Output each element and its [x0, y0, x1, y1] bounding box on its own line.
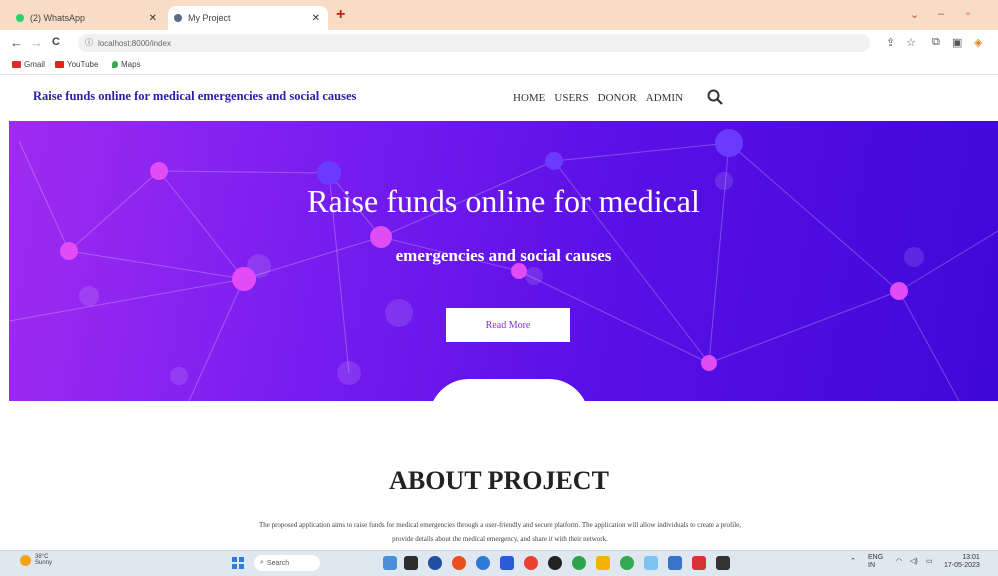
- start-icon[interactable]: [232, 557, 244, 569]
- tab-whatsapp[interactable]: (2) WhatsApp ✕: [10, 6, 165, 30]
- chrome-alt-icon[interactable]: [620, 556, 634, 570]
- nav-users[interactable]: USERS: [554, 92, 588, 104]
- weather-desc: Sunny: [35, 560, 53, 566]
- nav-donor[interactable]: DONOR: [598, 92, 637, 104]
- taskbar-search[interactable]: ⌕ Search: [254, 555, 320, 571]
- search-app-icon[interactable]: [452, 556, 466, 570]
- terminal-icon[interactable]: [716, 556, 730, 570]
- search-icon[interactable]: [706, 88, 724, 106]
- address-bar-row: ← → C ⓘ localhost:8000/index: [0, 30, 998, 56]
- nav-home[interactable]: HOME: [513, 92, 545, 104]
- whatsapp-app-icon[interactable]: [572, 556, 586, 570]
- hero-title: Raise funds online for medical: [307, 183, 700, 219]
- taskview-icon[interactable]: [383, 556, 397, 570]
- bookmark-label: Maps: [121, 60, 141, 69]
- about-text-line: The proposed application aims to raise f…: [258, 521, 742, 529]
- star-icon[interactable]: ☆: [906, 36, 916, 49]
- windows-taskbar: 38°C Sunny ⌕ Search ⌃ ENG IN ◠ ◁) ▭ 13:0…: [0, 550, 998, 576]
- read-more-button[interactable]: Read More: [446, 308, 570, 342]
- bookmark-label: YouTube: [67, 60, 99, 69]
- tab-title: My Project: [188, 13, 231, 23]
- explorer-icon[interactable]: [404, 556, 418, 570]
- bookmark-maps[interactable]: Maps: [112, 60, 141, 69]
- new-tab-button[interactable]: +: [336, 6, 345, 24]
- close-tab-icon[interactable]: ✕: [312, 13, 320, 24]
- url-text: localhost:8000/index: [98, 38, 171, 48]
- vscode-icon[interactable]: [500, 556, 514, 570]
- site-header: Raise funds online for medical emergenci…: [0, 75, 998, 121]
- obs-icon[interactable]: [548, 556, 562, 570]
- weather-widget[interactable]: 38°C Sunny: [20, 554, 52, 566]
- site-brand[interactable]: Raise funds online for medical emergenci…: [33, 89, 356, 104]
- volume-icon[interactable]: ◁): [910, 557, 918, 565]
- search-icon: ⌕: [260, 559, 264, 566]
- nav-admin[interactable]: ADMIN: [646, 92, 683, 104]
- taskbar-search-label: Search: [266, 559, 290, 567]
- tab-my-project[interactable]: My Project ✕: [168, 6, 328, 30]
- gmail-icon: [12, 61, 21, 68]
- hero-banner: Raise funds online for medical emergenci…: [9, 121, 998, 401]
- sun-icon: [20, 554, 31, 566]
- globe-icon: [174, 14, 182, 22]
- cortana-icon[interactable]: [428, 556, 442, 570]
- tray-chevron-icon[interactable]: ⌃: [850, 557, 856, 565]
- minimize-icon[interactable]: –: [938, 8, 944, 20]
- chrome-icon[interactable]: [524, 556, 538, 570]
- about-title: ABOUT PROJECT: [389, 466, 609, 495]
- share-icon[interactable]: ⇪: [886, 36, 895, 49]
- battery-icon[interactable]: ▭: [926, 557, 933, 565]
- tab-title: (2) WhatsApp: [30, 13, 86, 23]
- bookmark-gmail[interactable]: Gmail: [12, 60, 45, 69]
- url-field[interactable]: ⓘ localhost:8000/index: [78, 34, 870, 52]
- wifi-icon[interactable]: ◠: [896, 557, 902, 565]
- pycharm-icon[interactable]: [668, 556, 682, 570]
- close-tab-icon[interactable]: ✕: [149, 13, 157, 24]
- maps-icon: [112, 61, 118, 68]
- restore-icon[interactable]: ▫: [966, 8, 970, 20]
- tab-search-icon[interactable]: ⌄: [910, 8, 919, 21]
- browser-tab-strip: (2) WhatsApp ✕ My Project ✕ + ⌄ – ▫: [0, 0, 998, 30]
- hero-bottom-curve: [429, 379, 589, 401]
- about-text-line: provide details about the medical emerge…: [392, 535, 608, 543]
- info-icon[interactable]: ⓘ: [85, 37, 93, 48]
- forward-icon[interactable]: →: [30, 35, 43, 50]
- hero-subtitle: emergencies and social causes: [395, 246, 612, 265]
- bookmarks-bar: Gmail YouTube Maps: [0, 56, 998, 75]
- language-indicator[interactable]: ENG IN: [868, 554, 883, 570]
- youtube-icon: [55, 61, 64, 68]
- folder-icon[interactable]: [596, 556, 610, 570]
- whatsapp-icon: [16, 14, 24, 22]
- extensions-icon[interactable]: ⧉: [932, 36, 940, 49]
- acrobat-icon[interactable]: [692, 556, 706, 570]
- about-description: The proposed application aims to raise f…: [140, 518, 860, 546]
- sidepanel-icon[interactable]: ▣: [952, 36, 962, 49]
- clock-time: 13:01: [962, 554, 980, 561]
- edge-icon[interactable]: [476, 556, 490, 570]
- main-nav: HOME USERS DONOR ADMIN: [513, 92, 683, 104]
- clock[interactable]: 13:01 17-05-2023: [944, 554, 980, 570]
- language-region: IN: [868, 562, 875, 569]
- bookmark-youtube[interactable]: YouTube: [55, 60, 98, 69]
- back-icon[interactable]: ←: [10, 35, 23, 50]
- profile-icon[interactable]: ◈: [974, 36, 982, 49]
- reload-icon[interactable]: C: [52, 36, 60, 48]
- language-code: ENG: [868, 554, 884, 561]
- python-icon[interactable]: [644, 556, 658, 570]
- bookmark-label: Gmail: [24, 60, 45, 69]
- clock-date: 17-05-2023: [944, 562, 980, 569]
